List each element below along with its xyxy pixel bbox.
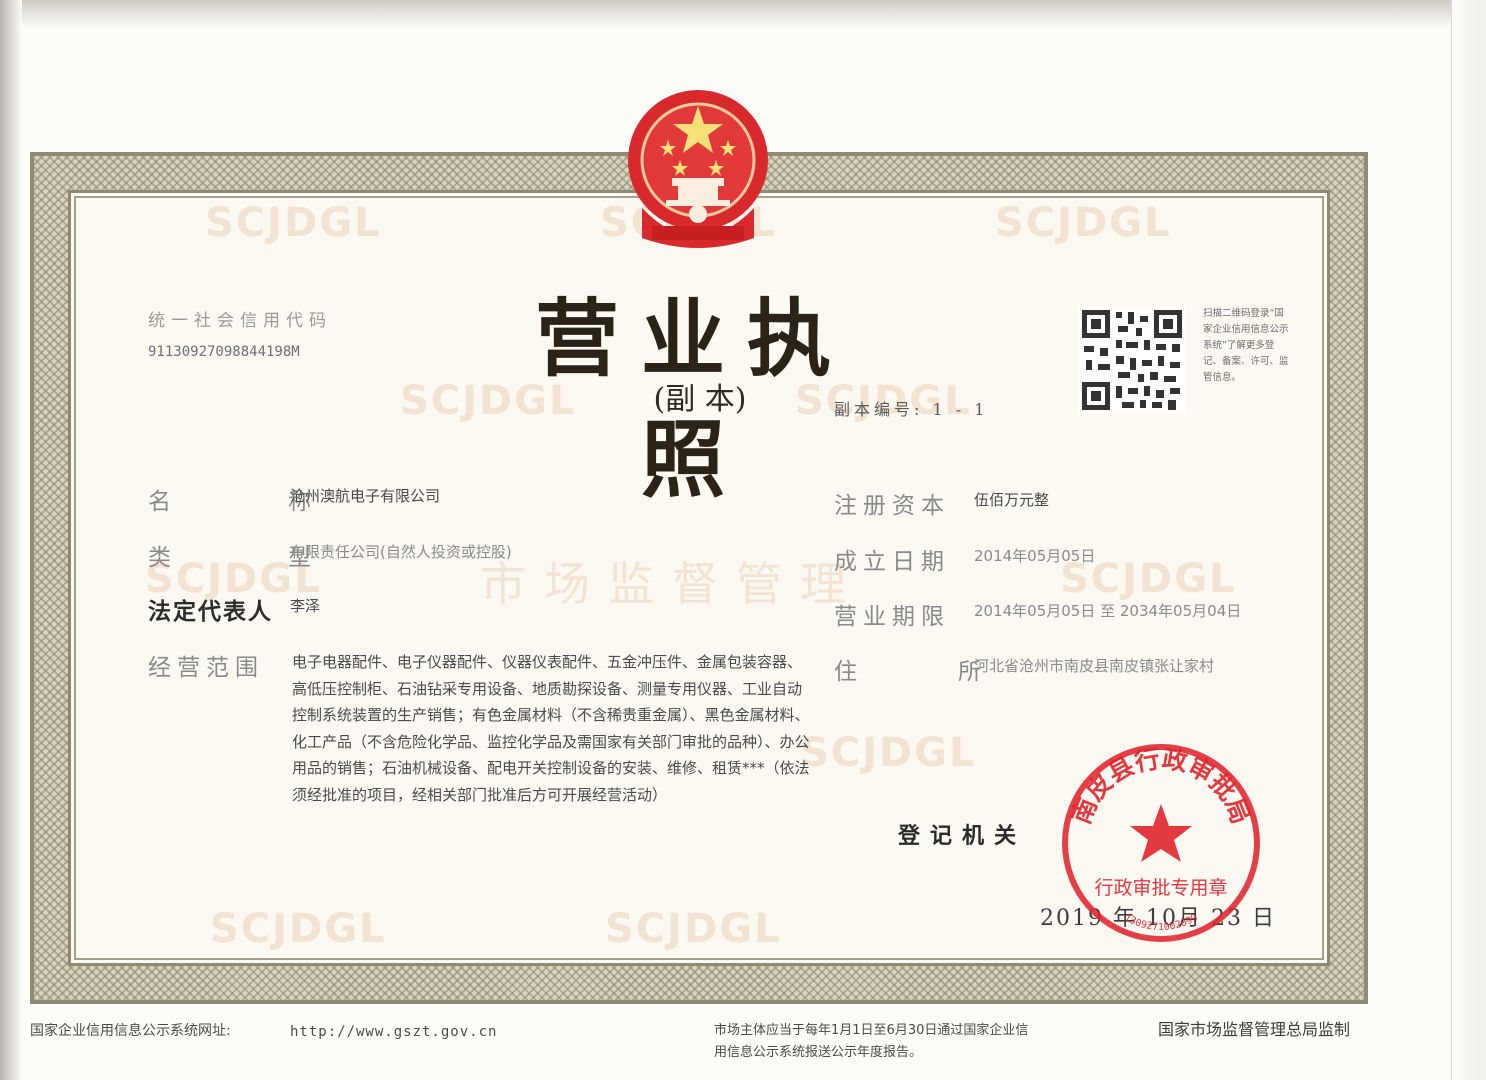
credit-code: 91130927098844198M bbox=[148, 344, 300, 360]
capital-value: 伍佰万元整 bbox=[974, 491, 1050, 509]
scope-label: 经营范围 bbox=[148, 655, 264, 681]
watermark-center: 市场监督管理 bbox=[480, 557, 864, 611]
footer-notice: 市场主体应当于每年1月1日至6月30日通过国家企业信用信息公示系统报送公示年度报… bbox=[714, 1023, 1029, 1060]
official-seal-stamp: 南皮县行政审批局 行政审批专用章 1309271002099 bbox=[1062, 744, 1260, 942]
capital-label: 注册资本 bbox=[834, 493, 950, 519]
national-emblem-icon bbox=[628, 90, 768, 248]
address-value: 河北省沧州市南皮县南皮镇张让家村 bbox=[974, 657, 1215, 675]
svg-text:行政审批专用章: 行政审批专用章 bbox=[1094, 877, 1227, 899]
qr-code-icon[interactable] bbox=[1078, 306, 1186, 414]
established-label: 成立日期 bbox=[834, 549, 950, 575]
scan-shadow-top bbox=[0, 0, 1486, 30]
type-value: 有限责任公司(自然人投资或控股) bbox=[290, 543, 512, 561]
watermark: SCJDGL bbox=[800, 730, 977, 776]
credit-code-label: 统一社会信用代码 bbox=[148, 311, 332, 331]
footer-supervisor: 国家市场监督管理总局监制 bbox=[1158, 1020, 1351, 1039]
term-label: 营业期限 bbox=[834, 604, 950, 630]
footer-system-label: 国家企业信用信息公示系统网址: bbox=[30, 1023, 231, 1039]
registration-authority-label: 登记机关 bbox=[898, 824, 1027, 849]
scope-value: 电子电器配件、电子仪器配件、仪器仪表配件、五金冲压件、金属包装容器、高低压控制柜… bbox=[292, 653, 810, 804]
watermark: SCJDGL bbox=[205, 200, 382, 246]
copy-number: 副本编号: 1 - 1 bbox=[834, 400, 989, 419]
document-subtitle: (副 本) bbox=[653, 382, 747, 417]
qr-instructions: 扫描二维码登录“国家企业信用信息公示系统”了解更多登记、备案、许可、监管信息。 bbox=[1203, 308, 1289, 383]
paper-edge-right bbox=[1451, 0, 1486, 1080]
legal-rep-label: 法定代表人 bbox=[148, 599, 273, 625]
scan-shadow-left bbox=[0, 0, 22, 1080]
svg-text:1309271002099: 1309271002099 bbox=[1122, 912, 1200, 933]
footer-url-link[interactable]: http://www.gszt.gov.cn bbox=[290, 1024, 497, 1040]
name-value: 沧州澳航电子有限公司 bbox=[290, 487, 441, 505]
legal-rep-value: 李泽 bbox=[290, 597, 321, 615]
watermark: SCJDGL bbox=[605, 906, 782, 952]
address-label: 住 所 bbox=[834, 659, 989, 685]
watermark: SCJDGL bbox=[995, 200, 1172, 246]
term-value: 2014年05月05日 至 2034年05月04日 bbox=[974, 602, 1242, 620]
watermark: SCJDGL bbox=[210, 906, 387, 952]
established-value: 2014年05月05日 bbox=[974, 547, 1096, 565]
